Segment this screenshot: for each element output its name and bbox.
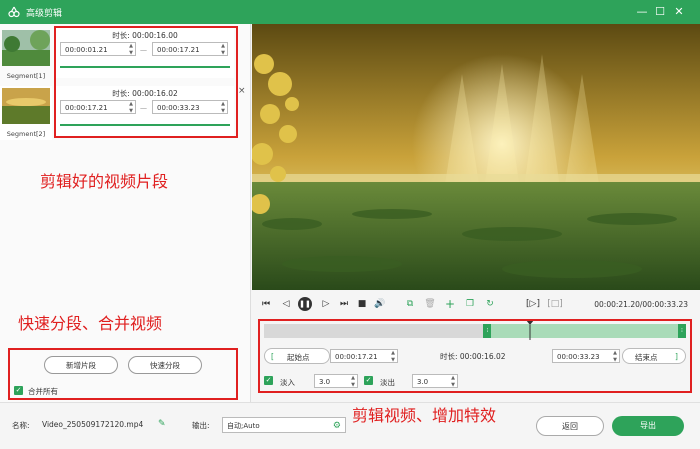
app-logo-icon [8,6,20,18]
step-forward-icon[interactable]: ▷ [320,298,332,310]
segment-thumbnail[interactable]: Segment[2] [0,86,52,140]
merge-all-checkbox[interactable]: ✓ [14,386,23,395]
maximize-icon[interactable]: ☐ [652,4,668,20]
add-icon[interactable]: + [444,298,456,310]
output-label: 输出: [192,421,210,430]
segment-label: Segment[1] [6,72,46,80]
back-button[interactable]: 返回 [536,416,604,436]
timecode: 00:00:21.20/00:00:33.23 [594,300,688,309]
segments-annotation: 剪辑好的视频片段 [40,172,169,191]
minimize-icon[interactable]: — [634,4,650,20]
pause-icon[interactable]: ❚❚ [298,297,312,311]
range-stop-icon[interactable]: [□] [546,298,564,310]
gear-icon[interactable]: ⚙ [333,418,341,434]
segment-thumbnail-image [2,30,50,66]
segment-close-icon[interactable]: × [238,86,246,96]
volume-icon[interactable]: 🔊 [374,298,386,310]
video-preview[interactable] [252,24,700,290]
range-play-icon[interactable]: [▷] [524,298,542,310]
reset-icon[interactable]: ↻ [484,298,496,310]
merge-all-label: 合并所有 [28,387,58,396]
close-icon[interactable]: ✕ [671,4,687,20]
editor-highlight-box [258,319,692,393]
split-icon[interactable]: ⧉ [404,298,416,310]
step-back-icon[interactable]: ◁ [280,298,292,310]
quick-split-button[interactable]: 快速分段 [128,356,202,374]
stop-icon[interactable]: ■ [356,298,368,310]
name-label: 名称: [12,421,30,430]
segment-thumbnail-image [2,88,50,124]
skip-start-icon[interactable]: ⏮ [260,298,272,310]
bottom-bar: 名称: Video_250509172120.mp4 ✎ 输出: 自动;Auto… [0,402,700,449]
export-button[interactable]: 导出 [612,416,684,436]
video-frame-image [252,24,700,290]
segments-highlight-box [54,26,238,138]
skip-end-icon[interactable]: ⏭ [338,298,350,310]
output-value: 自动;Auto [227,422,260,430]
split-merge-annotation: 快速分段、合并视频 [18,314,163,333]
copy-icon[interactable]: ❐ [464,298,476,310]
player-controls: ⏮ ◁ ❚❚ ▷ ⏭ ■ 🔊 ⧉ 🗑 + ❐ ↻ [▷] [□] 00:00:2… [252,290,700,318]
add-segment-button[interactable]: 新增片段 [44,356,118,374]
window-title: 高级剪辑 [26,9,63,19]
segment-label: Segment[2] [6,130,46,138]
edit-name-icon[interactable]: ✎ [158,419,166,429]
output-field[interactable]: 自动;Auto ⚙ [222,417,346,433]
file-name: Video_250509172120.mp4 [42,420,144,429]
delete-icon[interactable]: 🗑 [424,298,436,310]
segment-thumbnail[interactable]: Segment[1] [0,28,52,82]
title-bar: 高级剪辑 — ☐ ✕ [0,0,700,24]
edit-annotation: 剪辑视频、增加特效 [352,406,497,425]
